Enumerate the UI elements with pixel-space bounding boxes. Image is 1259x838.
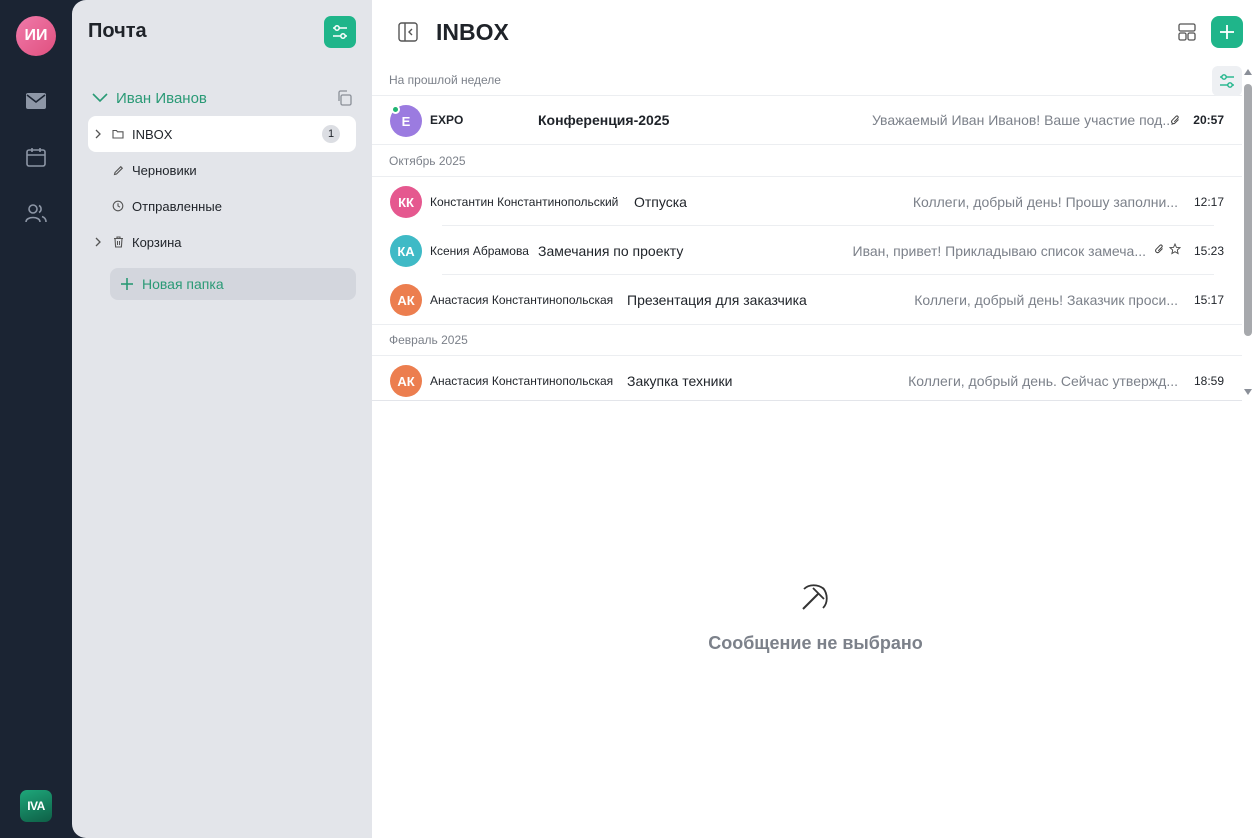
folder-item-inbox[interactable]: INBOX 1: [88, 116, 356, 152]
message-row[interactable]: АК Анастасия Константинопольская Закупка…: [372, 356, 1242, 400]
message-subject: Конференция-2025: [538, 112, 670, 128]
compose-button[interactable]: [1211, 16, 1243, 48]
message-time: 18:59: [1193, 373, 1224, 388]
collapse-panel-icon[interactable]: [398, 22, 418, 47]
attachment-icon: [1170, 114, 1181, 126]
sender-name: EXPO: [430, 113, 464, 127]
unread-count-badge: 1: [322, 125, 340, 143]
message-preview: Коллеги, добрый день! Прошу заполни...: [912, 193, 1178, 210]
account-toggle[interactable]: Иван Иванов: [92, 88, 207, 108]
plus-icon: [1220, 25, 1234, 39]
folder-label: INBOX: [132, 126, 173, 142]
plus-icon: [120, 277, 134, 291]
filter-button[interactable]: [324, 16, 356, 48]
star-icon[interactable]: [1168, 242, 1182, 260]
sender-name: Ксения Абрамова: [430, 243, 529, 258]
folder-label: Черновики: [132, 162, 197, 178]
mail-icon[interactable]: [24, 89, 48, 113]
trash-icon: [110, 236, 126, 248]
message-preview: Коллеги, добрый день! Заказчик проси...: [914, 291, 1178, 308]
message-subject: Закупка техники: [627, 372, 733, 389]
sender-avatar: КА: [390, 235, 422, 267]
user-avatar[interactable]: ИИ: [16, 16, 56, 56]
online-indicator: [391, 105, 400, 114]
sender-name: Анастасия Константинопольская: [430, 292, 614, 307]
date-group-header: Февраль 2025: [372, 324, 1242, 356]
account-name: Иван Иванов: [116, 89, 207, 107]
sender-avatar: КК: [390, 186, 422, 218]
chevron-down-icon: [92, 93, 108, 103]
panel-title: Почта: [88, 20, 147, 42]
copy-icon[interactable]: [336, 90, 352, 111]
message-subject: Презентация для заказчика: [627, 291, 807, 308]
message-row[interactable]: КК Константин Константинопольский Отпуск…: [372, 177, 1242, 226]
folder-icon: [110, 129, 126, 139]
folder-item-trash[interactable]: Корзина: [88, 224, 356, 260]
message-row[interactable]: АК Анастасия Константинопольская Презент…: [372, 275, 1242, 324]
calendar-icon[interactable]: [24, 145, 48, 169]
sliders-icon: [333, 25, 347, 39]
sender-avatar: АК: [390, 365, 422, 397]
message-time: 15:17: [1193, 292, 1224, 307]
pencil-icon: [110, 165, 126, 176]
message-subject: Замечания по проекту: [538, 242, 684, 259]
sender-name: Константин Константинопольский: [430, 194, 619, 209]
scroll-up-icon[interactable]: [1244, 68, 1252, 76]
date-group-header: Октябрь 2025: [372, 145, 1242, 177]
sliders-icon: [1220, 74, 1234, 88]
contacts-icon[interactable]: [24, 201, 48, 225]
message-preview: Коллеги, добрый день. Сейчас утвержд...: [908, 372, 1178, 389]
layout-toggle-icon[interactable]: [1178, 23, 1196, 46]
app-logo[interactable]: IVA: [20, 790, 52, 822]
folder-label: Корзина: [132, 234, 182, 250]
page-title: INBOX: [436, 19, 509, 45]
message-row[interactable]: КА Ксения Абрамова Замечания по проекту …: [372, 226, 1242, 275]
folder-item-drafts[interactable]: Черновики: [88, 152, 356, 188]
sender-name: Анастасия Константинопольская: [430, 373, 614, 388]
message-list-scrollbar[interactable]: [1242, 66, 1254, 400]
app-rail: ИИ IVA: [0, 0, 72, 838]
scroll-thumb[interactable]: [1244, 84, 1252, 336]
empty-state-message: Сообщение не выбрано: [708, 633, 923, 653]
clock-icon: [110, 200, 126, 212]
folder-label: Отправленные: [132, 198, 222, 214]
message-time: 20:57: [1193, 113, 1224, 127]
list-filter-button[interactable]: [1212, 66, 1242, 96]
pickaxe-icon: [800, 582, 830, 617]
message-subject: Отпуска: [634, 193, 687, 210]
message-row[interactable]: E EXPO Конференция-2025 Уважаемый Иван И…: [372, 96, 1242, 145]
sender-avatar: АК: [390, 284, 422, 316]
date-group-header: На прошлой неделе: [372, 64, 1242, 96]
mail-main: INBOX На прошлой неделе E EXPO Конференц…: [372, 0, 1259, 838]
chevron-right-icon[interactable]: [90, 129, 106, 139]
message-preview: Уважаемый Иван Иванов! Ваше участие под.…: [871, 112, 1174, 128]
scroll-down-icon[interactable]: [1244, 388, 1252, 396]
attachment-icon: [1154, 242, 1165, 260]
message-list: На прошлой неделе E EXPO Конференция-202…: [372, 64, 1242, 401]
new-folder-button[interactable]: Новая папка: [110, 268, 356, 300]
chevron-right-icon[interactable]: [90, 237, 106, 247]
folders-panel: Почта Иван Иванов INBOX 1 Черновики Отпр…: [72, 0, 372, 838]
message-time: 12:17: [1193, 194, 1224, 209]
message-preview: Иван, привет! Прикладываю список замеча.…: [852, 242, 1146, 259]
message-time: 15:23: [1193, 243, 1224, 258]
new-folder-label: Новая папка: [142, 276, 224, 292]
folder-item-sent[interactable]: Отправленные: [88, 188, 356, 224]
